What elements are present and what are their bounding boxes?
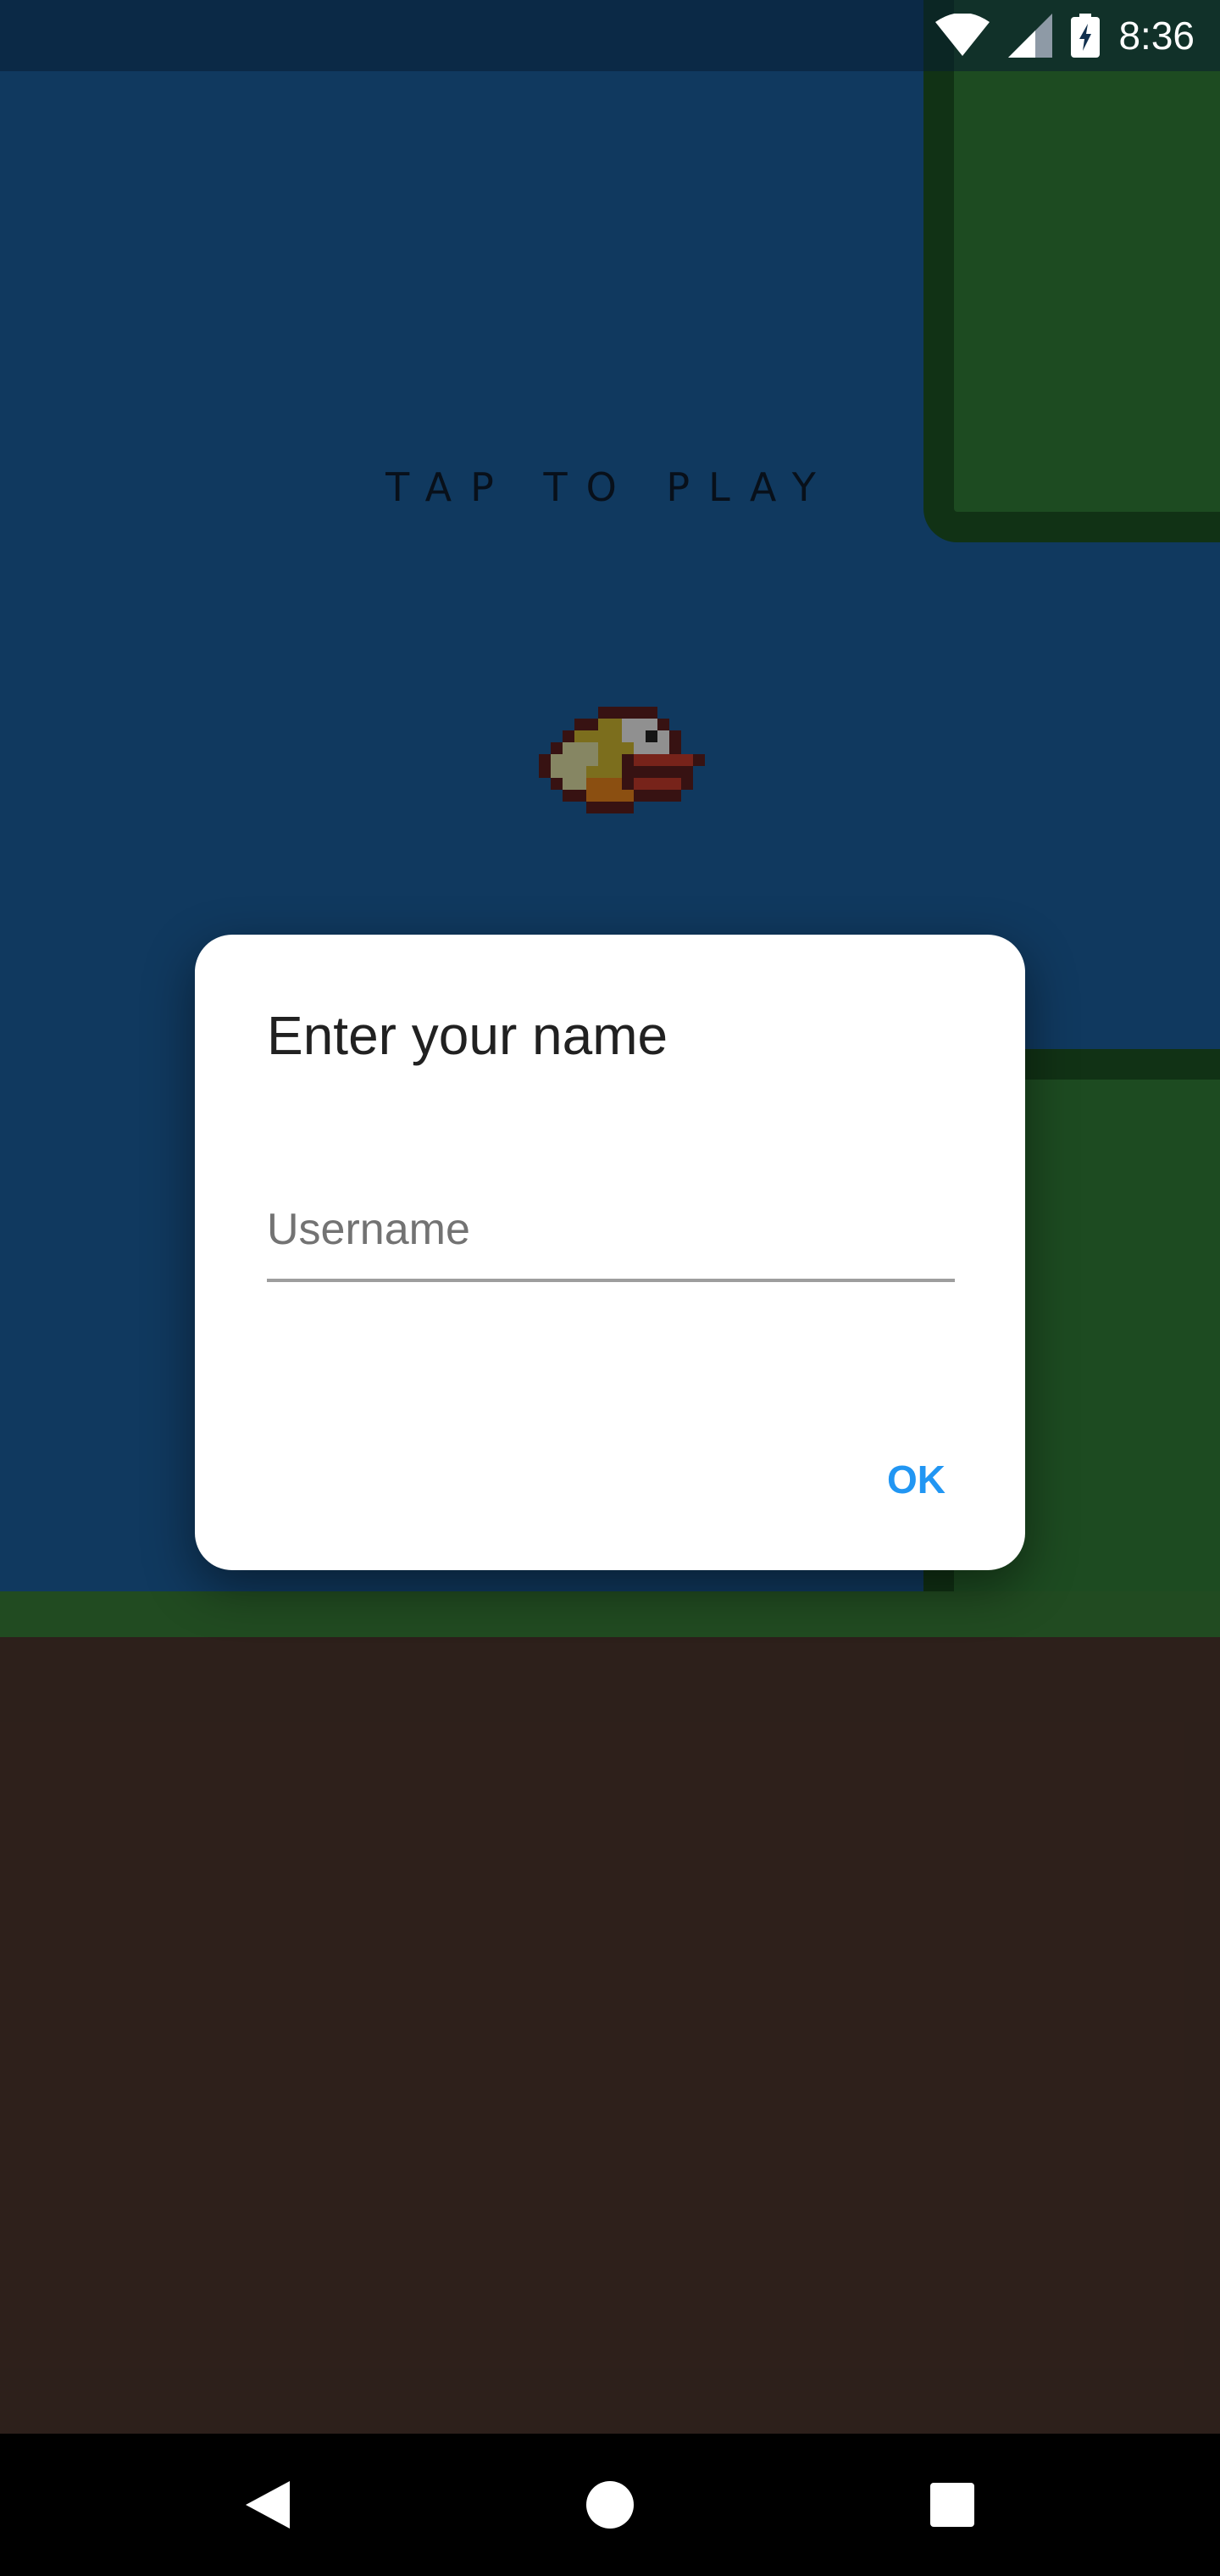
navigation-bar (0, 2434, 1220, 2576)
battery-charging-icon (1071, 14, 1101, 58)
status-time: 8:36 (1118, 14, 1195, 58)
nav-back-button[interactable] (183, 2434, 352, 2576)
status-bar: 8:36 (0, 0, 1220, 71)
nav-recents-button[interactable] (868, 2434, 1037, 2576)
back-icon (246, 2481, 290, 2529)
username-input[interactable] (267, 1180, 955, 1282)
dialog-title: Enter your name (267, 1005, 668, 1066)
username-field-wrap (267, 1180, 955, 1397)
name-dialog: Enter your name OK (195, 935, 1025, 1570)
wifi-icon (935, 14, 990, 58)
ok-button[interactable]: OK (879, 1440, 954, 1519)
recents-icon (930, 2483, 974, 2527)
signal-icon (1008, 14, 1053, 58)
home-icon (586, 2481, 634, 2529)
nav-home-button[interactable] (525, 2434, 695, 2576)
